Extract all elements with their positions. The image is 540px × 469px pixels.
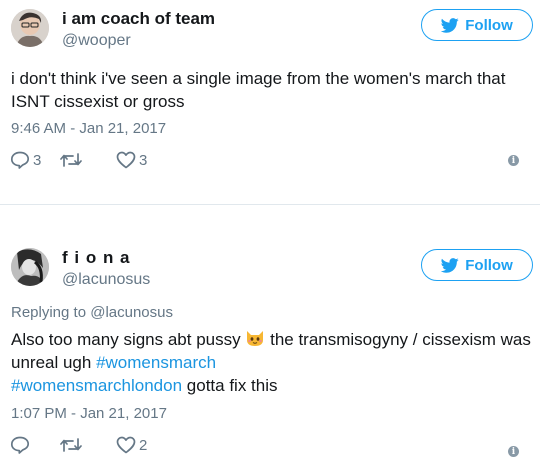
- bird-icon: [441, 257, 459, 273]
- heart-icon: [116, 436, 136, 454]
- like-button[interactable]: 2: [116, 436, 147, 454]
- follow-button[interactable]: Follow: [421, 9, 533, 41]
- replying-to: Replying to @lacunosus: [11, 304, 173, 321]
- tweet-text-part: gotta fix this: [186, 376, 278, 395]
- retweet-button[interactable]: [60, 437, 116, 453]
- user-handle[interactable]: @wooper: [62, 32, 131, 50]
- display-name[interactable]: i am coach of team: [62, 9, 215, 29]
- like-count: 2: [139, 436, 148, 454]
- retweet-button[interactable]: [60, 152, 116, 168]
- replying-handle-link[interactable]: @lacunosus: [90, 304, 173, 321]
- info-icon[interactable]: i: [508, 446, 519, 457]
- like-button[interactable]: 3: [116, 151, 147, 169]
- replying-prefix: Replying to: [11, 304, 87, 321]
- reply-count: 3: [33, 151, 42, 169]
- reply-icon: [10, 151, 30, 169]
- bird-icon: [441, 17, 459, 33]
- tweet-card: i am coach of team @wooper Follow i don'…: [0, 0, 540, 188]
- follow-label: Follow: [465, 256, 513, 274]
- follow-label: Follow: [465, 16, 513, 34]
- reply-button[interactable]: 3: [10, 151, 60, 169]
- hashtag-link[interactable]: #womensmarchlondon: [11, 376, 182, 395]
- retweet-icon: [60, 438, 82, 452]
- info-icon[interactable]: i: [508, 155, 519, 166]
- retweet-icon: [60, 153, 82, 167]
- timestamp[interactable]: 9:46 AM - Jan 21, 2017: [11, 120, 166, 137]
- avatar[interactable]: [11, 248, 49, 286]
- avatar[interactable]: [11, 9, 49, 47]
- divider: [0, 204, 540, 205]
- display-name[interactable]: f i o n a: [62, 248, 131, 268]
- reply-icon: [10, 436, 30, 454]
- tweet-card: f i o n a @lacunosus Follow Replying to …: [0, 240, 540, 469]
- reply-button[interactable]: [10, 436, 60, 454]
- hashtag-link[interactable]: #womensmarch: [96, 353, 216, 372]
- timestamp[interactable]: 1:07 PM - Jan 21, 2017: [11, 405, 167, 422]
- tweet-text: i don't think i've seen a single image f…: [11, 69, 506, 111]
- heart-icon: [116, 151, 136, 169]
- tweet-text: Also too many signs abt pussy the transm…: [11, 328, 531, 397]
- cat-face-emoji: [247, 331, 264, 346]
- action-bar: 2: [10, 436, 147, 454]
- follow-button[interactable]: Follow: [421, 249, 533, 281]
- user-handle[interactable]: @lacunosus: [62, 271, 150, 289]
- action-bar: 3 3: [10, 151, 147, 169]
- like-count: 3: [139, 151, 148, 169]
- tweet-text-part: Also too many signs abt pussy: [11, 330, 241, 349]
